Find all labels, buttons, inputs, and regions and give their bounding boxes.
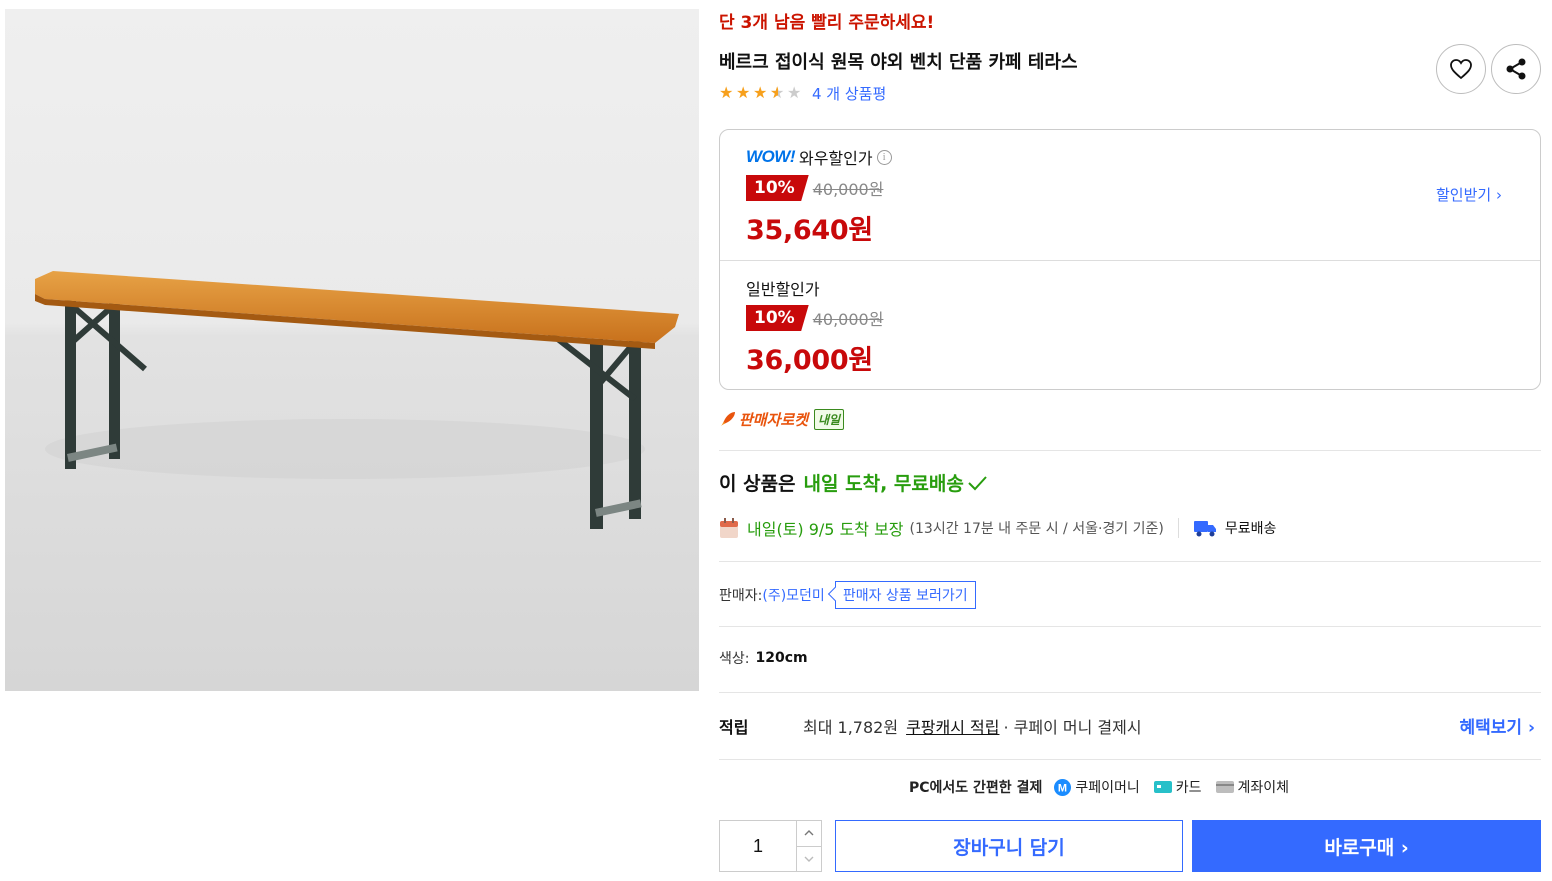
seller-label: 판매자:: [719, 588, 763, 604]
benefit-link[interactable]: 혜택보기 ›: [1460, 713, 1535, 738]
bank-transfer-icon: [1215, 781, 1234, 793]
heart-icon: [1450, 59, 1472, 80]
payment-method-label: 쿠페이머니: [1075, 780, 1140, 796]
delivery-highlight: 내일 도착, 무료배송: [803, 473, 964, 495]
reward-condition: · 쿠페이 머니 결제시: [1003, 718, 1142, 737]
payment-method-coupay: M 쿠페이머니: [1054, 777, 1140, 797]
payment-method-card: 카드: [1153, 777, 1202, 797]
star-full-icon: ★: [753, 83, 768, 102]
option-label: 색상:: [719, 651, 750, 667]
coupay-money-icon: M: [1054, 778, 1072, 796]
quantity-arrows: [796, 821, 821, 871]
calendar-icon: [720, 518, 738, 538]
arrival-guarantee: 내일(토) 9/5 도착 보장: [747, 520, 904, 539]
info-icon[interactable]: i: [876, 149, 892, 165]
normal-price-label: 일반할인가: [746, 280, 820, 299]
arrival-condition: (13시간 17분 내 주문 시 / 서울·경기 기준): [909, 521, 1164, 537]
delivery-headline: 이 상품은 내일 도착, 무료배송: [719, 469, 988, 496]
divider: [719, 450, 1541, 451]
product-title: 베르크 접이식 원목 야외 벤치 단품 카페 테라스: [719, 52, 1078, 73]
delivery-detail: 내일(토) 9/5 도착 보장 (13시간 17분 내 주문 시 / 서울·경기…: [719, 515, 1276, 541]
option-value: 120cm: [755, 650, 808, 666]
rating-stars: ★ ★ ★ ★ ★: [719, 83, 804, 102]
wow-price-header: WOW! 와우할인가 i: [746, 146, 892, 168]
price-box: WOW! 와우할인가 i 10% 40,000원 35,640원 할인받기 › …: [719, 129, 1541, 390]
discount-badge: 10%: [746, 305, 809, 331]
reward-title: 적립: [719, 718, 749, 737]
seller-name-link[interactable]: (주)모던미: [762, 585, 824, 605]
quantity-decrease-button[interactable]: [797, 845, 821, 872]
review-count-link[interactable]: 4 개 상품평: [812, 83, 886, 104]
coupon-link[interactable]: 할인받기 ›: [1436, 184, 1502, 205]
divider: [719, 759, 1541, 760]
seller-row: 판매자: (주)모던미 판매자 상품 보러가기: [719, 581, 976, 609]
bench-photo: [5, 9, 699, 691]
separator: [1177, 518, 1179, 538]
stock-alert: 단 3개 남음 빨리 주문하세요!: [719, 13, 935, 33]
option-row: 색상: 120cm: [719, 648, 808, 668]
divider: [719, 626, 1541, 627]
truck-icon: [1193, 521, 1216, 537]
buy-now-button[interactable]: 바로구매 ›: [1192, 820, 1541, 872]
payment-method-label: 카드: [1175, 780, 1202, 796]
chevron-up-icon: [804, 830, 814, 836]
rating-row: ★ ★ ★ ★ ★ 4 개 상품평: [719, 82, 886, 104]
svg-text:M: M: [1058, 782, 1067, 794]
wow-final-price: 35,640원: [746, 215, 873, 246]
divider: [719, 561, 1541, 562]
checkmark-icon: [968, 475, 987, 490]
normal-discount-row: 10% 40,000원: [746, 305, 883, 331]
original-price: 40,000원: [812, 180, 884, 199]
quantity-stepper: [719, 820, 822, 872]
payment-methods-row: PC에서도 간편한 결제 M 쿠페이머니 카드 계좌이체: [909, 776, 1303, 798]
payment-method-transfer: 계좌이체: [1215, 777, 1290, 797]
star-half-icon: ★: [770, 85, 787, 102]
star-full-icon: ★: [736, 83, 751, 102]
share-icon: [1506, 58, 1526, 80]
quantity-input[interactable]: [720, 821, 796, 871]
product-image[interactable]: [5, 9, 699, 691]
payment-method-label: 계좌이체: [1237, 780, 1290, 796]
wow-logo: WOW!: [746, 147, 795, 166]
original-price: 40,000원: [812, 310, 884, 329]
divider: [719, 692, 1541, 693]
payment-title: PC에서도 간편한 결제: [909, 780, 1043, 796]
discount-badge: 10%: [746, 175, 809, 201]
wow-discount-row: 10% 40,000원: [746, 175, 883, 201]
seller-products-button[interactable]: 판매자 상품 보러가기: [834, 581, 976, 609]
rocket-icon: [721, 412, 735, 426]
add-to-cart-button[interactable]: 장바구니 담기: [835, 820, 1183, 872]
rocket-label: 판매자로켓: [739, 410, 809, 429]
wishlist-button[interactable]: [1436, 44, 1486, 94]
delivery-prefix: 이 상품은: [719, 473, 796, 495]
free-shipping-label: 무료배송: [1224, 521, 1277, 537]
tomorrow-badge: 내일: [814, 408, 845, 430]
coupang-cash-link[interactable]: 쿠팡캐시 적립: [906, 714, 999, 738]
rocket-badge-row: 판매자로켓 내일: [719, 408, 845, 430]
wow-price-label: 와우할인가: [798, 149, 873, 168]
reward-amount: 최대 1,782원: [803, 718, 899, 737]
star-full-icon: ★: [719, 83, 734, 102]
product-info-panel: 단 3개 남음 빨리 주문하세요! 베르크 접이식 원목 야외 벤치 단품 카페…: [719, 0, 1541, 881]
normal-final-price: 36,000원: [746, 345, 873, 376]
price-divider: [720, 260, 1540, 261]
card-icon: [1153, 781, 1172, 793]
star-empty-icon: ★: [787, 83, 802, 102]
quantity-increase-button[interactable]: [797, 821, 821, 846]
share-button[interactable]: [1491, 44, 1541, 94]
chevron-down-icon: [804, 856, 814, 862]
reward-row: 적립 최대 1,782원 쿠팡캐시 적립 · 쿠페이 머니 결제시 혜택보기 ›: [719, 713, 1541, 739]
